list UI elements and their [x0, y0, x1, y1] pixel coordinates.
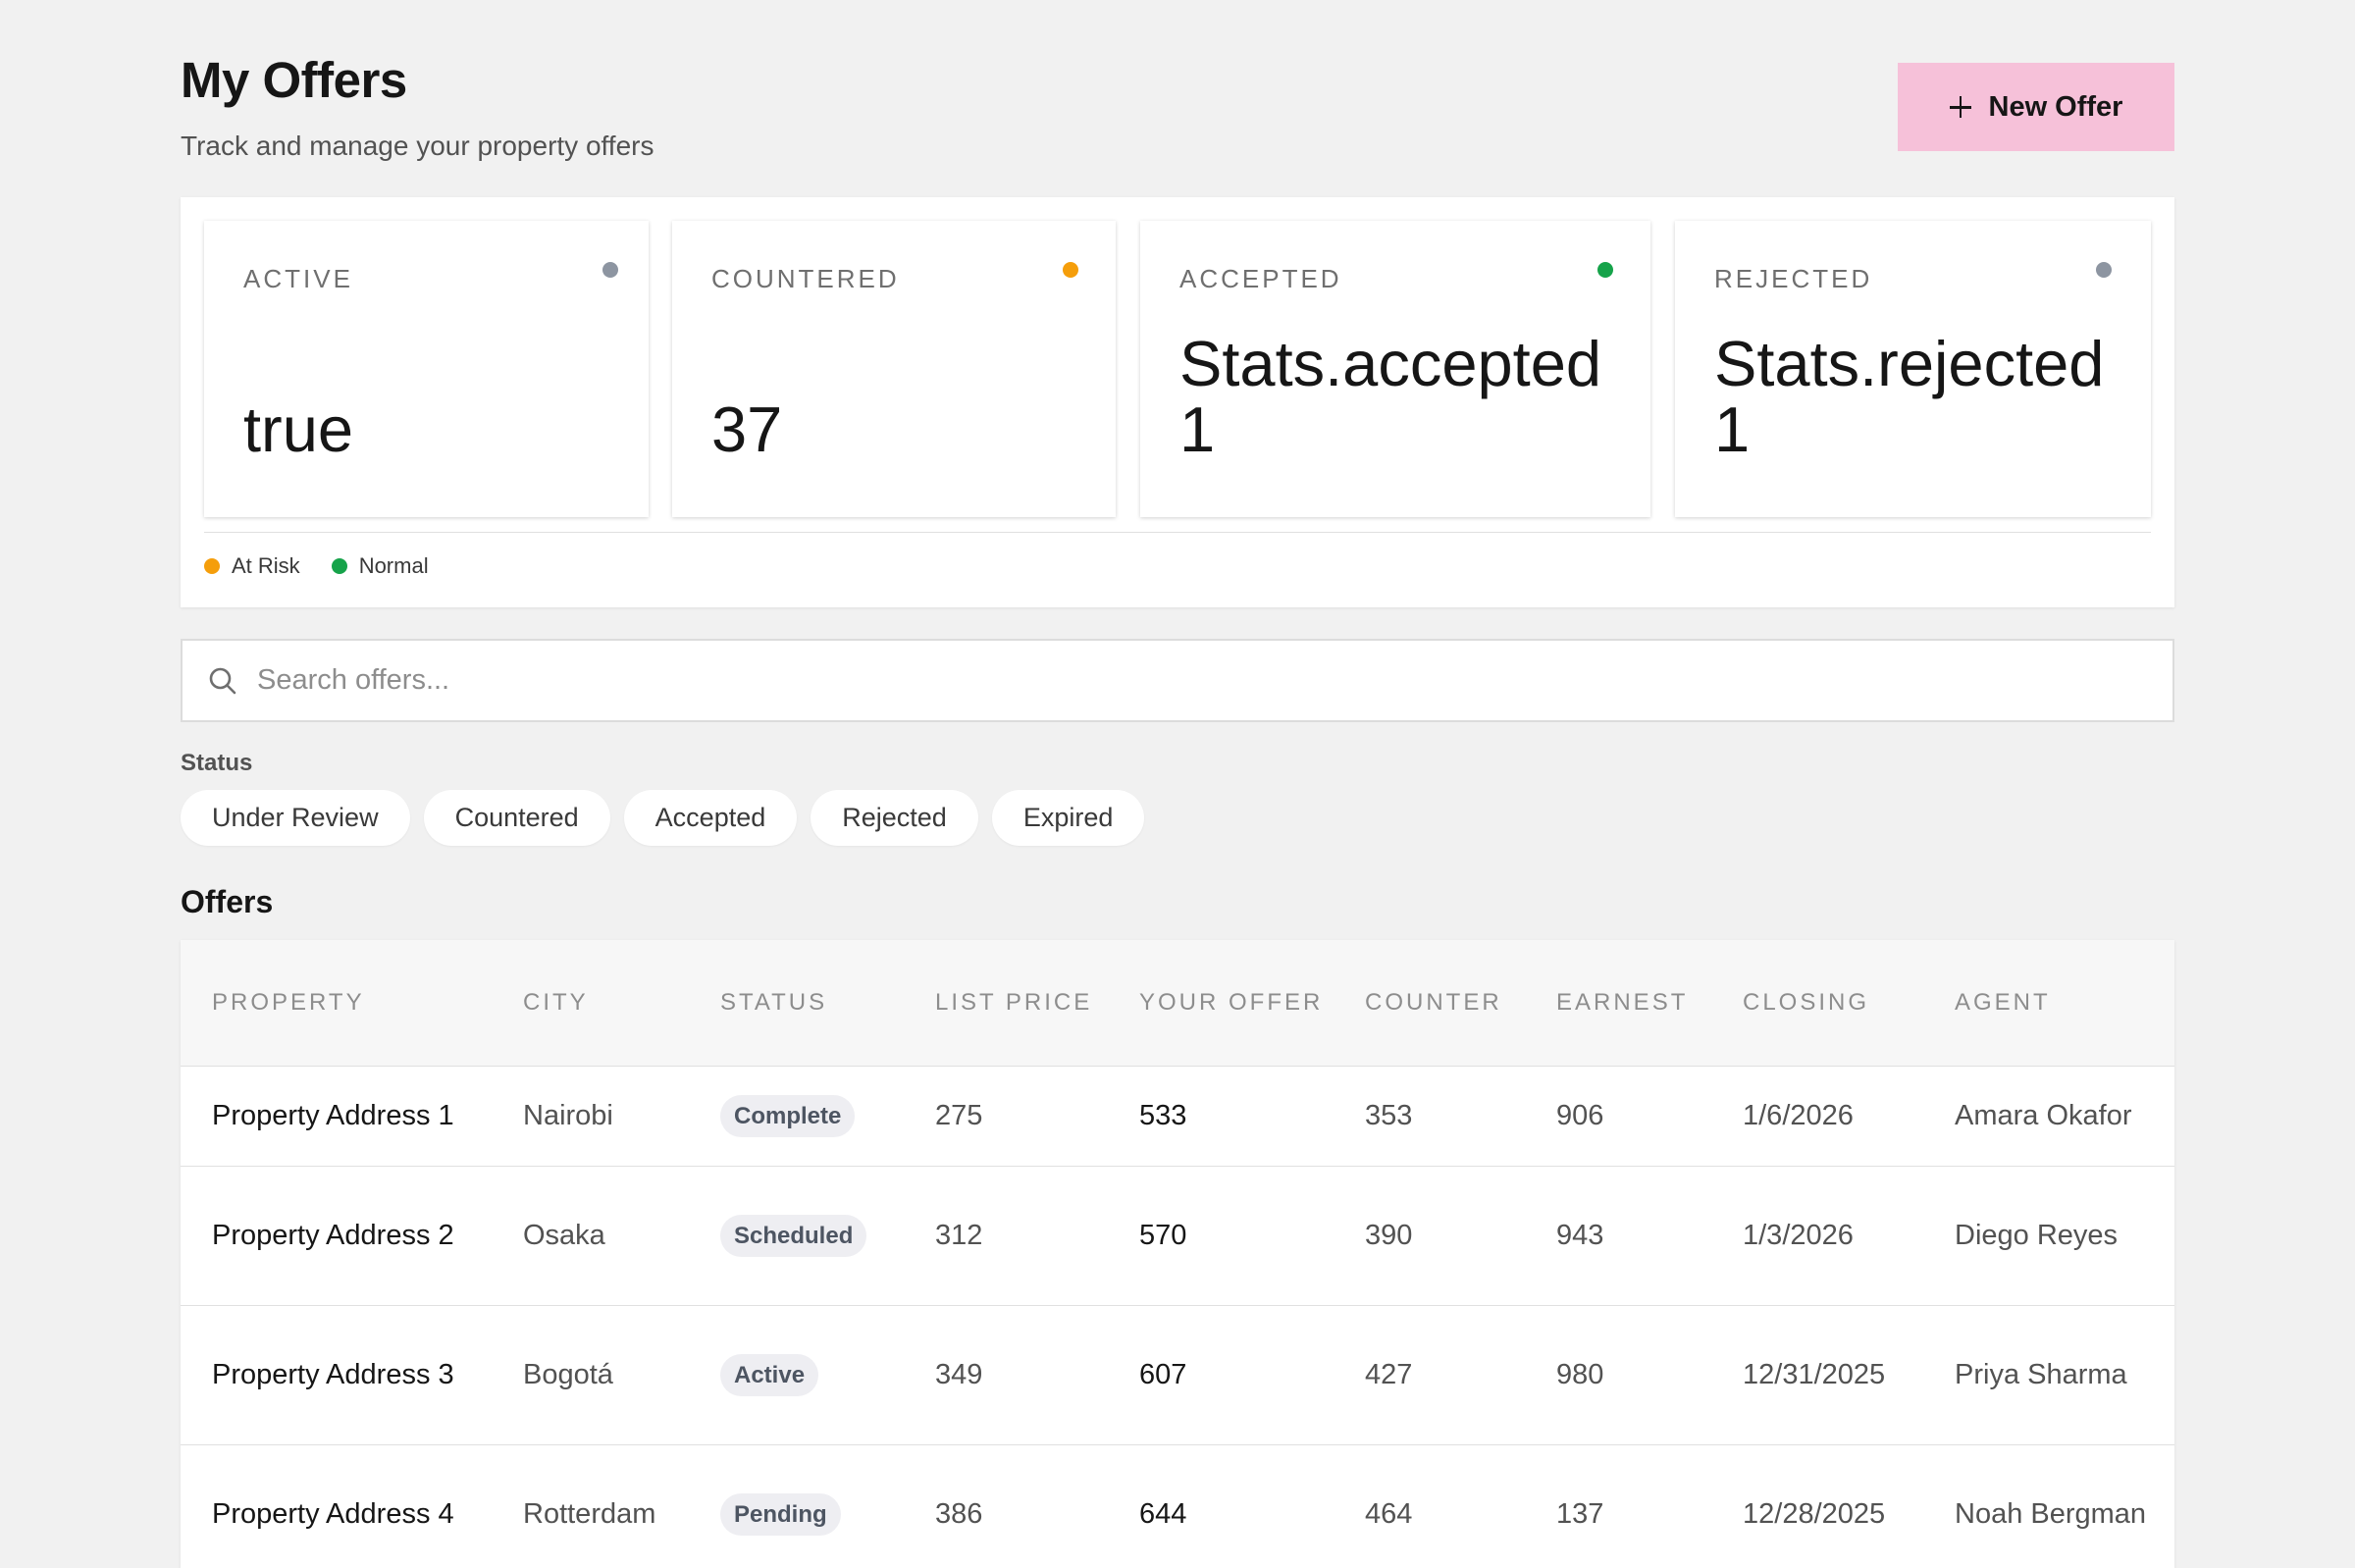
- page-title: My Offers: [181, 52, 407, 108]
- stats-panel: ACTIVE true COUNTERED 37 ACCEPTED Stats.…: [181, 197, 2174, 607]
- page-subtitle: Track and manage your property offers: [181, 131, 654, 161]
- cell-city: Rotterdam: [492, 1443, 689, 1568]
- cell-agent: Priya Sharma: [1923, 1304, 2174, 1444]
- search-input[interactable]: [257, 641, 2121, 720]
- cell-earnest: 980: [1525, 1304, 1711, 1444]
- offers-table: PROPERTY CITY STATUS LIST PRICE YOUR OFF…: [181, 940, 2174, 1568]
- status-dot-icon: [1597, 262, 1613, 278]
- filter-chip-countered[interactable]: Countered: [423, 790, 610, 846]
- status-badge: Active: [720, 1353, 819, 1396]
- plus-icon: [1949, 96, 1971, 118]
- status-badge: Pending: [720, 1492, 841, 1536]
- cell-list-price: 349: [904, 1304, 1108, 1444]
- cell-list-price: 312: [904, 1165, 1108, 1305]
- cell-earnest: 906: [1525, 1065, 1711, 1166]
- search-icon: [209, 667, 236, 695]
- stat-value: 37: [711, 393, 783, 465]
- cell-your-offer: 607: [1108, 1304, 1334, 1444]
- column-header-counter[interactable]: COUNTER: [1334, 940, 1525, 1066]
- cell-closing: 12/31/2025: [1711, 1304, 1923, 1444]
- new-offer-button[interactable]: New Offer: [1898, 63, 2174, 151]
- status-dot-icon: [602, 262, 618, 278]
- table-header-row: PROPERTY CITY STATUS LIST PRICE YOUR OFF…: [181, 940, 2174, 1066]
- cell-property: Property Address 3: [181, 1304, 492, 1444]
- stat-card-active: ACTIVE true: [204, 221, 649, 517]
- filter-chip-accepted[interactable]: Accepted: [623, 790, 798, 846]
- cell-city: Bogotá: [492, 1304, 689, 1444]
- cell-agent: Amara Okafor: [1923, 1065, 2174, 1166]
- cell-counter: 427: [1334, 1304, 1525, 1444]
- stat-label: REJECTED: [1714, 264, 1873, 293]
- cell-city: Nairobi: [492, 1065, 689, 1166]
- stat-value: Stats.accepted 1: [1179, 328, 1601, 465]
- cell-earnest: 943: [1525, 1165, 1711, 1305]
- stat-label: COUNTERED: [711, 264, 900, 293]
- stat-card-countered: COUNTERED 37: [672, 221, 1116, 517]
- table-row[interactable]: Property Address 3 Bogotá Active 349 607…: [181, 1304, 2174, 1444]
- cell-property: Property Address 2: [181, 1165, 492, 1305]
- cell-your-offer: 644: [1108, 1443, 1334, 1568]
- table-row[interactable]: Property Address 2 Osaka Scheduled 312 5…: [181, 1165, 2174, 1305]
- column-header-property[interactable]: PROPERTY: [181, 940, 492, 1066]
- cell-property: Property Address 1: [181, 1065, 492, 1166]
- search-bar: [181, 639, 2174, 722]
- cell-your-offer: 533: [1108, 1065, 1334, 1166]
- offers-section-title: Offers: [181, 884, 274, 919]
- cell-list-price: 386: [904, 1443, 1108, 1568]
- status-filter-label: Status: [181, 750, 253, 776]
- stat-value: Stats.rejected 1: [1714, 328, 2105, 465]
- stats-legend: At Risk Normal: [204, 553, 429, 579]
- column-header-closing[interactable]: CLOSING: [1711, 940, 1923, 1066]
- filter-chip-rejected[interactable]: Rejected: [811, 790, 978, 846]
- cell-property: Property Address 4: [181, 1443, 492, 1568]
- status-dot-icon: [1063, 262, 1078, 278]
- cell-list-price: 275: [904, 1065, 1108, 1166]
- status-dot-icon: [2096, 262, 2112, 278]
- cell-closing: 1/6/2026: [1711, 1065, 1923, 1166]
- column-header-earnest[interactable]: EARNEST: [1525, 940, 1711, 1066]
- stat-value: true: [243, 393, 354, 465]
- legend-dot-icon: [204, 558, 220, 574]
- legend-label: At Risk: [232, 553, 300, 578]
- cell-closing: 12/28/2025: [1711, 1443, 1923, 1568]
- filter-chip-expired[interactable]: Expired: [991, 790, 1145, 846]
- cell-status: Active: [689, 1304, 904, 1444]
- cell-counter: 464: [1334, 1443, 1525, 1568]
- stat-card-rejected: REJECTED Stats.rejected 1: [1675, 221, 2151, 517]
- column-header-status[interactable]: STATUS: [689, 940, 904, 1066]
- cell-earnest: 137: [1525, 1443, 1711, 1568]
- legend-label: Normal: [358, 553, 429, 578]
- column-header-list-price[interactable]: LIST PRICE: [904, 940, 1108, 1066]
- table-row[interactable]: Property Address 1 Nairobi Complete 275 …: [181, 1065, 2174, 1166]
- column-header-agent[interactable]: AGENT: [1923, 940, 2174, 1066]
- stat-card-accepted: ACCEPTED Stats.accepted 1: [1140, 221, 1650, 517]
- cell-your-offer: 570: [1108, 1165, 1334, 1305]
- legend-dot-icon: [331, 558, 347, 574]
- cell-status: Scheduled: [689, 1165, 904, 1305]
- cell-status: Pending: [689, 1443, 904, 1568]
- cell-counter: 353: [1334, 1065, 1525, 1166]
- column-header-city[interactable]: CITY: [492, 940, 689, 1066]
- legend-item-normal: Normal: [331, 553, 429, 579]
- cell-agent: Diego Reyes: [1923, 1165, 2174, 1305]
- status-filter-chips: Under Review Countered Accepted Rejected…: [181, 790, 1145, 846]
- stats-divider: [204, 532, 2151, 533]
- cell-closing: 1/3/2026: [1711, 1165, 1923, 1305]
- cell-status: Complete: [689, 1065, 904, 1166]
- filter-chip-under-review[interactable]: Under Review: [181, 790, 410, 846]
- column-header-your-offer[interactable]: YOUR OFFER: [1108, 940, 1334, 1066]
- new-offer-label: New Offer: [1988, 90, 2123, 123]
- cell-counter: 390: [1334, 1165, 1525, 1305]
- stat-label: ACTIVE: [243, 264, 353, 293]
- cell-city: Osaka: [492, 1165, 689, 1305]
- status-badge: Scheduled: [720, 1214, 867, 1257]
- stat-label: ACCEPTED: [1179, 264, 1342, 293]
- table-row[interactable]: Property Address 4 Rotterdam Pending 386…: [181, 1443, 2174, 1568]
- legend-item-at-risk: At Risk: [204, 553, 300, 579]
- cell-agent: Noah Bergman: [1923, 1443, 2174, 1568]
- status-badge: Complete: [720, 1094, 856, 1137]
